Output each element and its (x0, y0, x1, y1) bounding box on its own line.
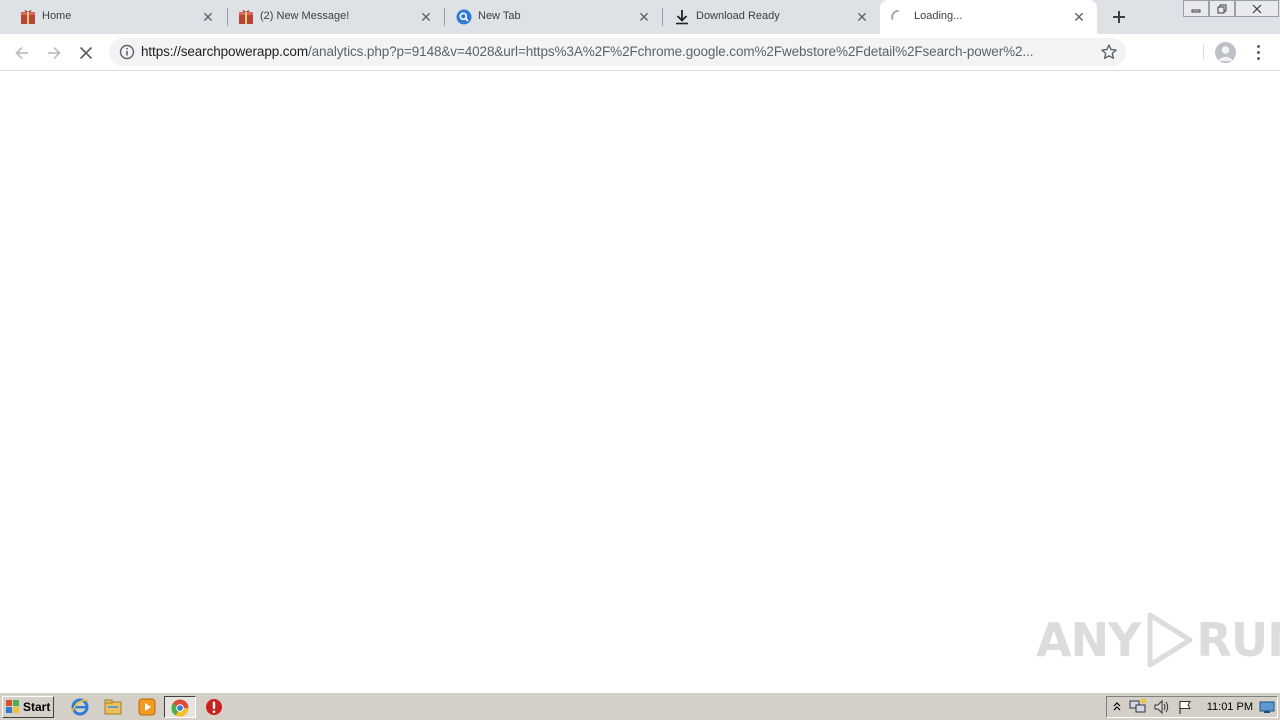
tab-new-message[interactable]: (2) New Message! ✕ (218, 0, 444, 34)
address-bar[interactable]: https://searchpowerapp.com/analytics.php… (109, 38, 1126, 66)
anyrun-watermark: ANY RUN (1036, 608, 1280, 672)
new-tab-button[interactable] (1108, 6, 1130, 28)
tab-close-icon[interactable]: ✕ (200, 9, 216, 25)
url-text[interactable]: https://searchpowerapp.com/analytics.php… (141, 44, 1086, 59)
close-icon (1252, 4, 1262, 13)
tab-close-icon[interactable]: ✕ (1071, 9, 1087, 25)
tab-loading[interactable]: Loading... ✕ (880, 0, 1097, 34)
download-arrow-icon (674, 9, 690, 25)
minimize-button[interactable] (1183, 0, 1209, 17)
tab-strip: Home ✕ (2) New Message! ✕ New Tab ✕ Down… (0, 0, 1280, 34)
volume-icon[interactable] (1153, 699, 1171, 720)
show-desktop-icon[interactable] (1259, 700, 1275, 719)
stop-loading-button[interactable] (74, 41, 98, 65)
chrome-taskbar-button[interactable] (164, 696, 196, 718)
profile-avatar-icon[interactable] (1215, 42, 1236, 63)
menu-kebab-icon[interactable] (1250, 42, 1266, 62)
toolbar-divider (1203, 44, 1204, 60)
tab-download-ready[interactable]: Download Ready ✕ (654, 0, 880, 34)
tab-label: Download Ready (696, 10, 780, 22)
windows-logo-icon (6, 700, 19, 713)
search-circle-icon (456, 9, 472, 25)
tab-label: Home (42, 10, 72, 22)
browser-window: Home ✕ (2) New Message! ✕ New Tab ✕ Down… (0, 0, 1280, 720)
gift-box-icon (238, 9, 254, 25)
stop-x-icon (79, 46, 93, 60)
system-tray: 11:01 PM (1106, 696, 1278, 718)
tray-expand-icon[interactable] (1111, 700, 1123, 719)
watermark-text-right: RUN (1196, 613, 1280, 667)
tab-close-icon[interactable]: ✕ (854, 9, 870, 25)
restore-button[interactable] (1209, 0, 1235, 17)
play-triangle-icon (1147, 612, 1193, 668)
minimize-icon (1191, 9, 1201, 12)
plus-icon (1113, 11, 1125, 23)
network-icon[interactable] (1129, 699, 1147, 720)
info-circle-icon[interactable] (119, 44, 135, 60)
tab-label: Loading... (914, 10, 963, 22)
start-button[interactable]: Start (2, 696, 54, 718)
loading-spinner-icon (890, 9, 906, 25)
media-player-icon[interactable] (137, 697, 157, 717)
watermark-text-left: ANY (1036, 613, 1141, 667)
restore-icon (1217, 4, 1227, 13)
taskbar-clock[interactable]: 11:01 PM (1207, 701, 1253, 713)
chrome-icon (171, 699, 189, 717)
tab-close-icon[interactable]: ✕ (636, 9, 652, 25)
gift-box-icon (20, 9, 36, 25)
start-label: Start (23, 700, 51, 714)
action-center-flag-icon[interactable] (1177, 699, 1193, 720)
tab-home[interactable]: Home ✕ (0, 0, 226, 34)
browser-toolbar: https://searchpowerapp.com/analytics.php… (0, 34, 1280, 71)
windows-taskbar: Start 11:01 PM (0, 692, 1280, 720)
forward-button[interactable] (42, 41, 66, 65)
tab-new-tab[interactable]: New Tab ✕ (436, 0, 662, 34)
file-explorer-icon[interactable] (103, 697, 123, 717)
window-controls (1183, 0, 1279, 18)
internet-explorer-icon[interactable] (70, 697, 90, 717)
forward-arrow-icon (48, 46, 61, 60)
stop-sign-icon[interactable] (204, 697, 224, 717)
close-window-button[interactable] (1235, 0, 1279, 17)
url-host: https://searchpowerapp.com (141, 44, 308, 59)
bookmark-star-icon[interactable] (1100, 43, 1118, 61)
page-content (0, 72, 1280, 692)
tab-label: (2) New Message! (260, 10, 350, 22)
url-path: /analytics.php?p=9148&v=4028&url=https%3… (308, 44, 1034, 59)
tab-close-icon[interactable]: ✕ (418, 9, 434, 25)
back-arrow-icon (15, 46, 28, 60)
tab-label: New Tab (478, 10, 521, 22)
back-button[interactable] (10, 41, 34, 65)
